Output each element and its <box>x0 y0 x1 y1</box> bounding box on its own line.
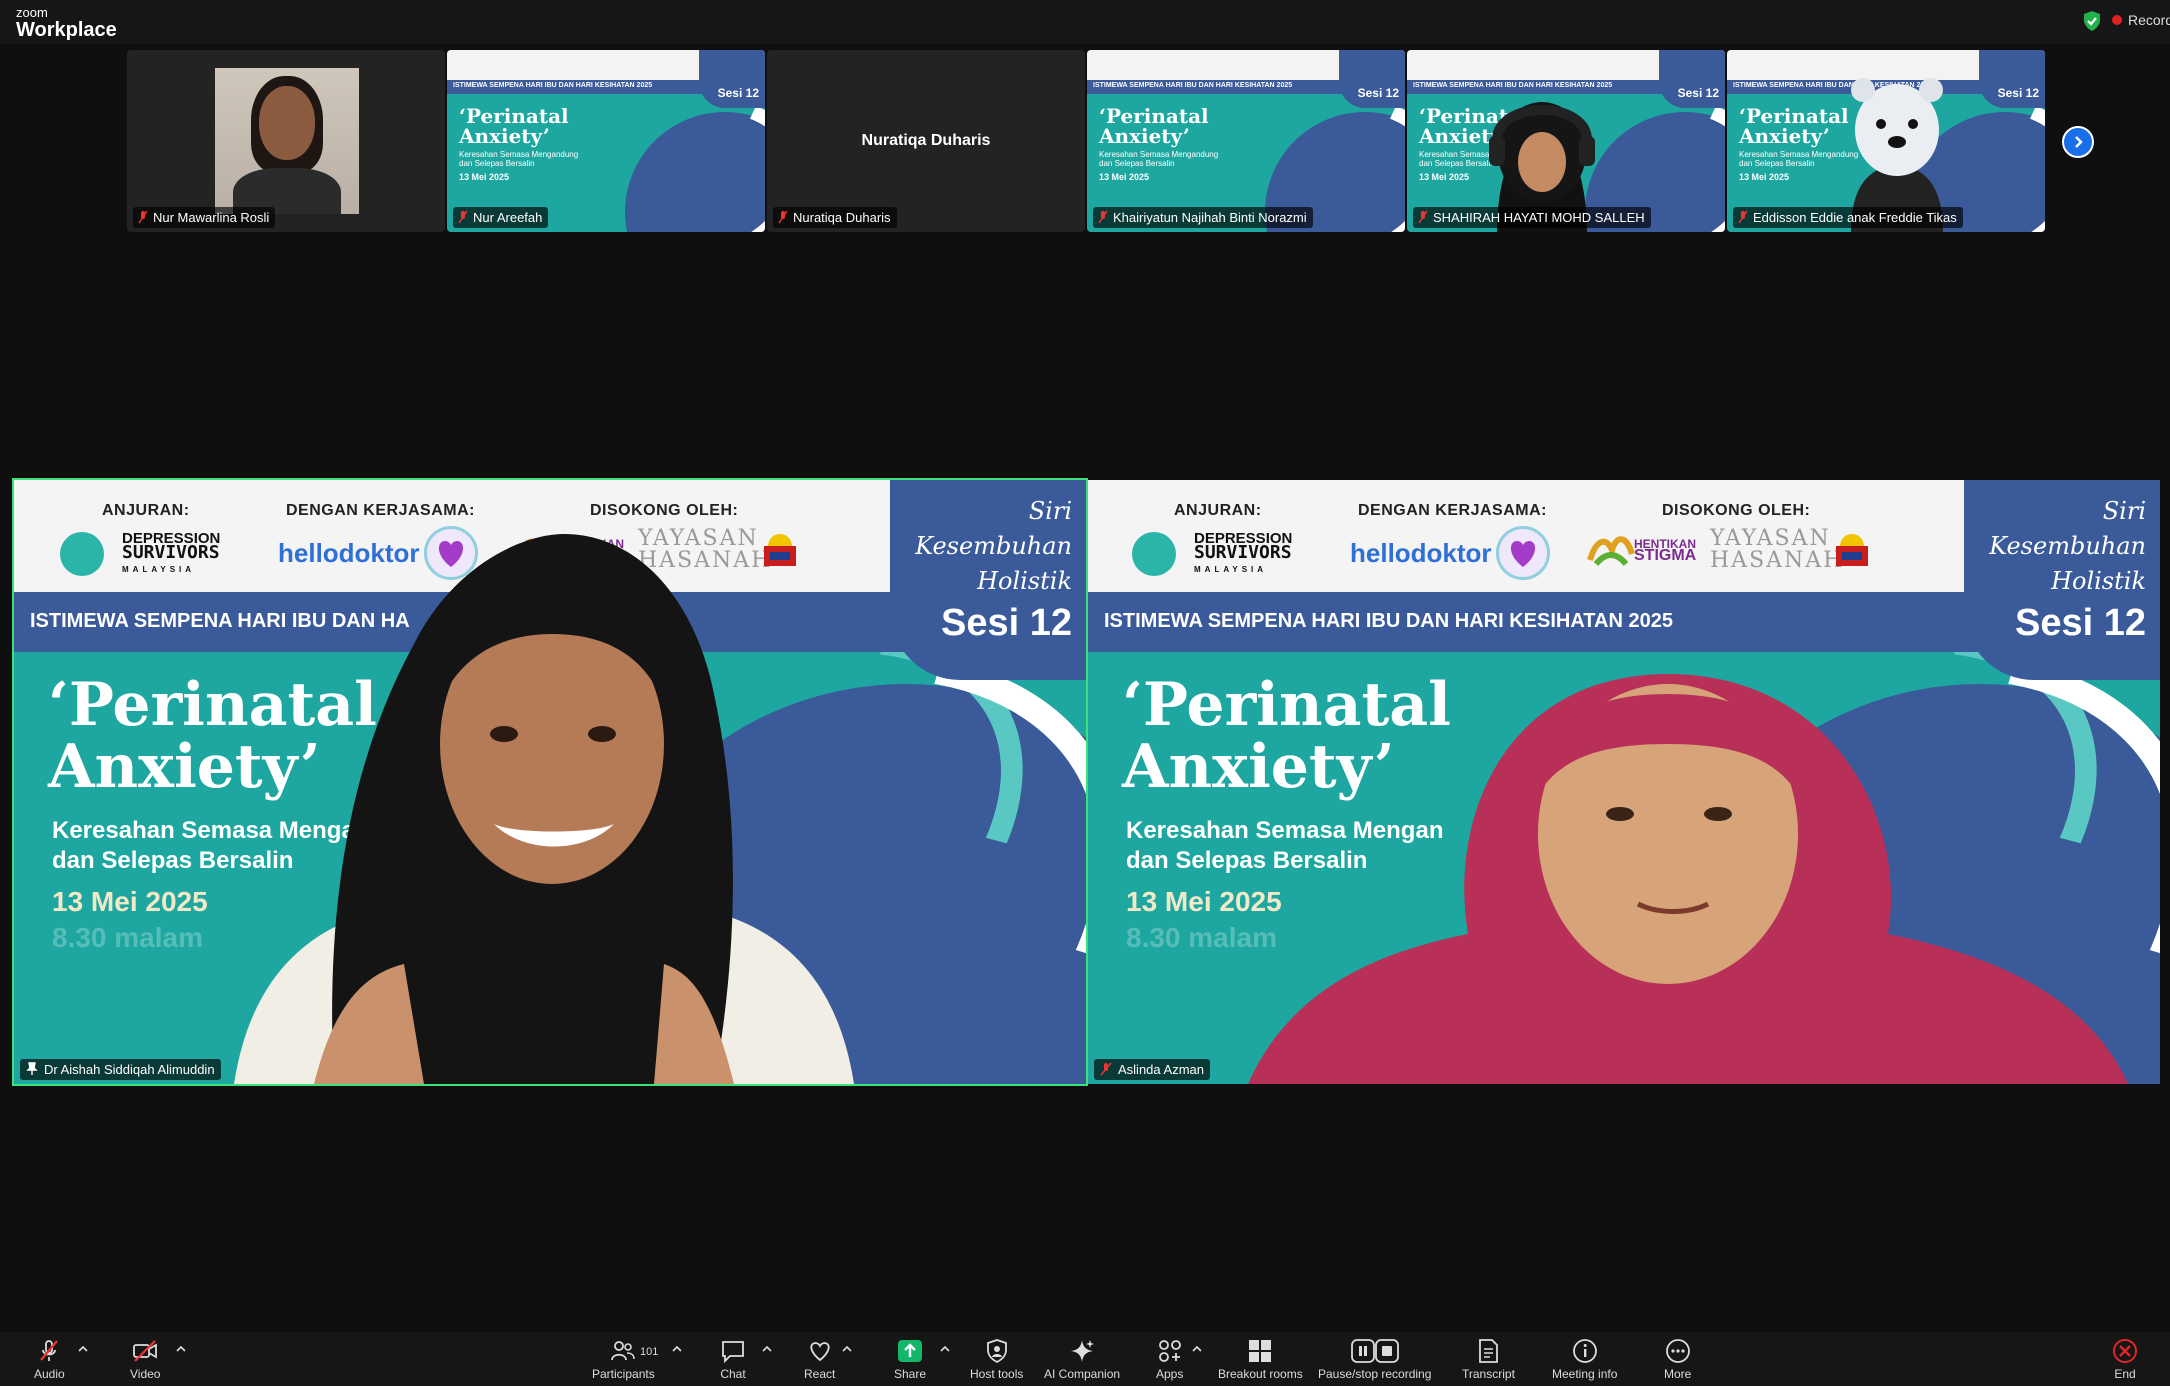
mecare-logo <box>60 532 104 576</box>
participant-thumb[interactable]: ISTIMEWA SEMPENA HARI IBU DAN HARI KESIH… <box>1087 50 1405 232</box>
participant-thumb[interactable]: ISTIMEWA SEMPENA HARI IBU DAN HARI KESIH… <box>1407 50 1725 232</box>
participant-name-tag: Aslinda Azman <box>1094 1059 1210 1080</box>
recording-dot-icon <box>2112 15 2122 25</box>
session-badge: Siri Kesembuhan Holistik Sesi 12 <box>890 480 1086 680</box>
sparkle-icon <box>1071 1340 1095 1362</box>
chevron-up-icon[interactable] <box>1192 1344 1202 1354</box>
shield-icon <box>986 1339 1007 1364</box>
mic-muted-icon <box>1418 210 1428 224</box>
hand-logo <box>1586 530 1636 570</box>
host-tools-button[interactable]: Host tools <box>970 1338 1023 1381</box>
recording-indicator[interactable]: Record <box>2112 12 2170 28</box>
hellodoktor-logo: hellodoktor <box>1350 538 1492 568</box>
more-dots-icon <box>1665 1339 1690 1363</box>
mic-muted-icon <box>778 210 788 224</box>
mic-muted-icon <box>40 1340 59 1361</box>
pause-stop-icon <box>1350 1339 1399 1363</box>
mecare-logo <box>1132 532 1176 576</box>
info-icon <box>1572 1339 1597 1363</box>
chat-button[interactable]: Chat <box>720 1338 746 1381</box>
audio-button[interactable]: Audio <box>34 1338 65 1381</box>
participant-video <box>1248 674 2128 1084</box>
more-button[interactable]: More <box>1664 1338 1691 1381</box>
mic-muted-icon <box>1738 210 1748 224</box>
apps-button[interactable]: Apps <box>1156 1338 1183 1381</box>
meeting-toolbar: Audio Video Participants 101 Chat React … <box>0 1332 2170 1386</box>
participants-button[interactable]: Participants <box>592 1338 655 1381</box>
participant-name-tag: Khairiyatun Najihah Binti Norazmi <box>1093 207 1313 228</box>
title-bar: zoom Workplace Record <box>0 0 2170 44</box>
chevron-up-icon[interactable] <box>842 1344 852 1354</box>
poster-time: 8.30 malam <box>52 922 203 953</box>
transcript-button[interactable]: Transcript <box>1462 1338 1515 1381</box>
participant-thumb[interactable]: ISTIMEWA SEMPENA HARI IBU DAN HARI KESIH… <box>1727 50 2045 232</box>
chevron-up-icon[interactable] <box>762 1344 772 1354</box>
participant-thumb[interactable]: Nuratiqa Duharis Nuratiqa Duharis <box>767 50 1085 232</box>
poster-background: ISTIMEWA SEMPENA HARI IBU DAN HARI KESIH… <box>1087 50 1405 232</box>
shield-check-icon[interactable] <box>2082 10 2102 32</box>
brand-large: Workplace <box>16 19 117 41</box>
depression-survivors-logo: DEPRESSION SURVIVORS MALAYSIA <box>1194 530 1293 574</box>
depression-survivors-logo: DEPRESSION SURVIVORS MALAYSIA <box>122 530 221 574</box>
meeting-info-button[interactable]: Meeting info <box>1552 1338 1617 1381</box>
yayasan-hasanah-logo: YAYASAN HASANAH <box>1710 526 1845 573</box>
mic-muted-icon <box>1098 210 1108 224</box>
video-button[interactable]: Video <box>130 1338 160 1381</box>
camera-off-icon <box>133 1340 158 1362</box>
ai-companion-button[interactable]: AI Companion <box>1044 1338 1120 1381</box>
participant-strip: Nur Mawarlina Rosli ISTIMEWA SEMPENA HAR… <box>127 50 2047 232</box>
chevron-up-icon[interactable] <box>176 1344 186 1354</box>
next-page-button[interactable] <box>2062 126 2094 158</box>
share-screen-icon <box>898 1340 923 1362</box>
video-tile-speaker[interactable]: ANJURAN: DENGAN KERJASAMA: DISOKONG OLEH… <box>12 478 1088 1086</box>
hentikan-stigma-logo: HENTIKANSTIGMA <box>1634 537 1697 564</box>
participants-count: 101 <box>640 1346 659 1358</box>
participant-thumb[interactable]: ISTIMEWA SEMPENA HARI IBU DAN HARI KESIH… <box>447 50 765 232</box>
mic-muted-icon <box>1100 1062 1112 1076</box>
chevron-right-icon <box>2075 136 2083 148</box>
participant-name-tag: Nuratiqa Duharis <box>773 207 897 228</box>
pause-stop-recording-button[interactable]: Pause/stop recording <box>1318 1338 1431 1381</box>
chevron-up-icon[interactable] <box>672 1344 682 1354</box>
chevron-up-icon[interactable] <box>78 1344 88 1354</box>
poster-date: 13 Mei 2025 <box>52 886 208 917</box>
crest-logo <box>1826 528 1878 578</box>
participant-thumb[interactable]: Nur Mawarlina Rosli <box>127 50 445 232</box>
participant-name-tag: Dr Aishah Siddiqah Alimuddin <box>20 1059 221 1080</box>
participant-name-tag: SHAHIRAH HAYATI MOHD SALLEH <box>1413 207 1651 228</box>
end-meeting-button[interactable]: End <box>2112 1338 2138 1381</box>
mic-muted-icon <box>458 210 468 224</box>
close-icon <box>2113 1339 2137 1363</box>
mic-muted-icon <box>138 210 148 224</box>
video-tile-participant[interactable]: ANJURAN: DENGAN KERJASAMA: DISOKONG OLEH… <box>1088 480 2160 1084</box>
heart-icon <box>810 1342 830 1362</box>
participants-icon <box>611 1341 636 1361</box>
participant-name-tag: Nur Areefah <box>453 207 549 228</box>
poster-background: ISTIMEWA SEMPENA HARI IBU DAN HARI KESIH… <box>447 50 765 232</box>
breakout-grid-icon <box>1249 1340 1272 1362</box>
apps-icon <box>1158 1340 1181 1362</box>
chat-icon <box>722 1341 744 1364</box>
pin-icon <box>26 1062 38 1075</box>
chevron-up-icon[interactable] <box>940 1344 950 1354</box>
participant-photo <box>215 68 359 214</box>
participant-display-name: Nuratiqa Duharis <box>861 132 991 149</box>
recording-label: Record <box>2128 12 2170 28</box>
react-button[interactable]: React <box>804 1338 835 1381</box>
participant-video <box>234 534 854 1084</box>
zoom-logo: zoom Workplace <box>16 6 117 40</box>
heart-logo <box>1496 526 1550 580</box>
share-button[interactable]: Share <box>894 1338 926 1381</box>
session-badge: Siri Kesembuhan Holistik Sesi 12 <box>1964 480 2160 680</box>
transcript-icon <box>1479 1339 1499 1363</box>
participant-name-tag: Eddisson Eddie anak Freddie Tikas <box>1733 207 1963 228</box>
breakout-rooms-button[interactable]: Breakout rooms <box>1218 1338 1303 1381</box>
participant-name-tag: Nur Mawarlina Rosli <box>133 207 276 228</box>
brand-small: zoom <box>16 5 48 20</box>
